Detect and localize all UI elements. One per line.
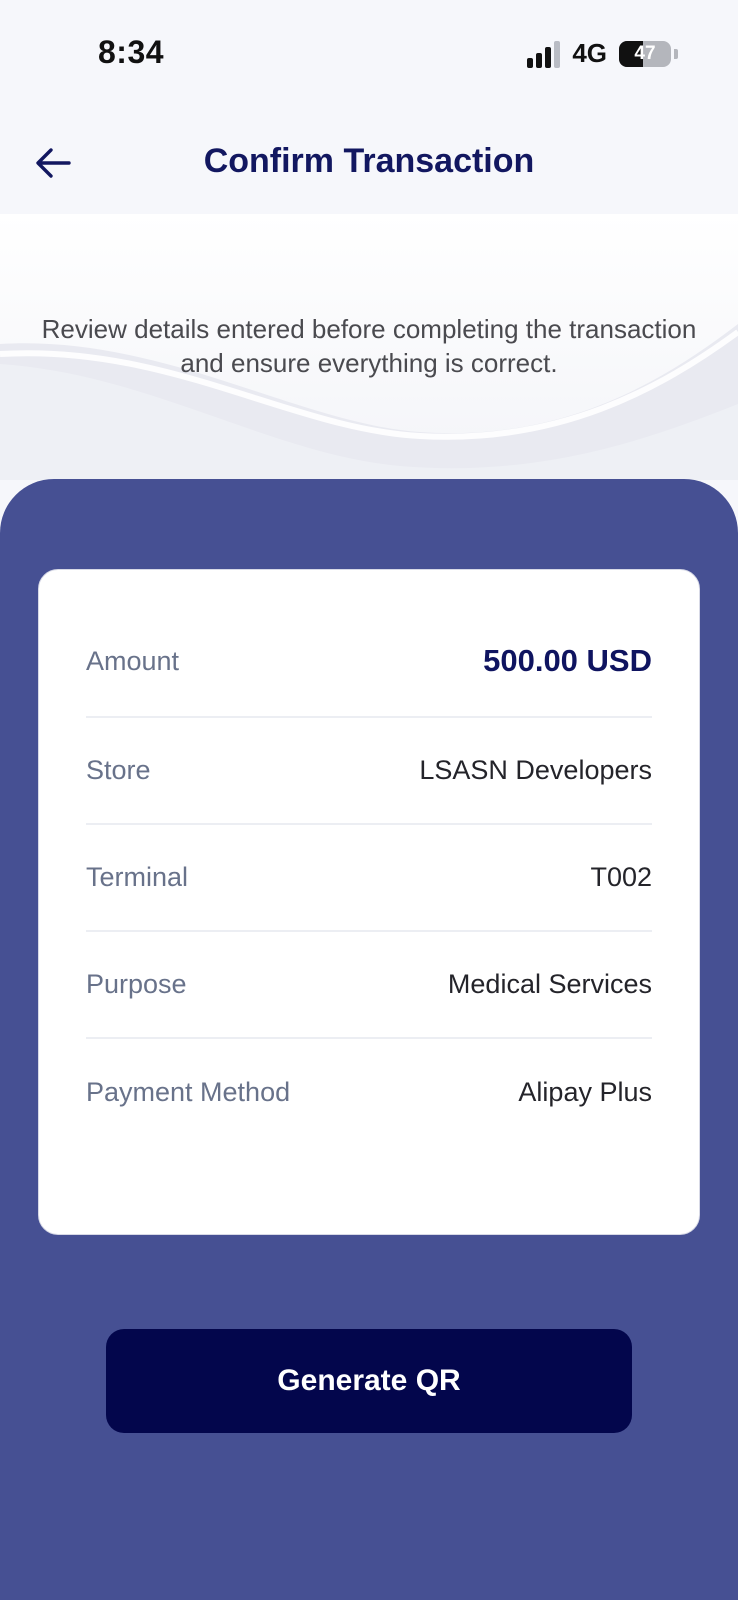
amount-label: Amount [86, 645, 180, 676]
detail-row-terminal: Terminal T002 [86, 825, 652, 932]
detail-row-amount: Amount 500.00 USD [86, 606, 652, 718]
detail-row-payment-method: Payment Method Alipay Plus [86, 1039, 652, 1146]
page-title: Confirm Transaction [203, 142, 535, 180]
status-bar: 8:34 4G 47 [0, 0, 738, 110]
generate-qr-button[interactable]: Generate QR [106, 1329, 632, 1433]
terminal-value: T002 [590, 862, 652, 892]
detail-row-store: Store LSASN Developers [86, 718, 652, 825]
terminal-label: Terminal [86, 862, 189, 892]
status-time: 8:34 [98, 34, 165, 70]
hero-banner: Review details entered before completing… [0, 214, 738, 480]
battery-icon: 47 [619, 40, 671, 67]
app-header: Confirm Transaction [0, 110, 738, 214]
review-instructions: Review details entered before completing… [41, 314, 697, 378]
detail-row-purpose: Purpose Medical Services [86, 932, 652, 1039]
payment-method-label: Payment Method [86, 1077, 291, 1107]
battery-percentage: 47 [634, 42, 656, 64]
store-label: Store [86, 755, 151, 785]
details-panel: Amount 500.00 USD Store LSASN Developers… [0, 479, 738, 1600]
store-value: LSASN Developers [419, 755, 652, 785]
signal-icon [527, 40, 561, 68]
purpose-value: Medical Services [447, 969, 652, 999]
amount-value: 500.00 USD [483, 643, 652, 678]
transaction-details-card: Amount 500.00 USD Store LSASN Developers… [38, 569, 700, 1235]
battery-tip-icon [674, 48, 678, 59]
network-label: 4G [572, 38, 607, 68]
payment-method-value: Alipay Plus [518, 1077, 652, 1107]
status-indicators: 4G 47 [527, 38, 678, 69]
purpose-label: Purpose [86, 969, 187, 999]
